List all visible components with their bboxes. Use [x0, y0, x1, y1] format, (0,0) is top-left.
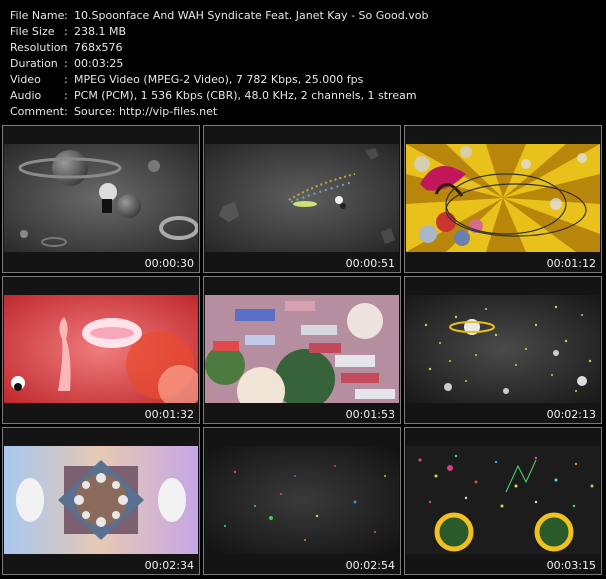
thumbnail-card[interactable]: 00:01:53	[203, 276, 401, 424]
thumbnail-image[interactable]	[406, 144, 600, 252]
info-row-comment: Comment: Source: http://vip-files.net	[10, 104, 428, 120]
thumbnail-image[interactable]	[205, 295, 399, 403]
info-label: File Size	[10, 25, 55, 38]
file-info-panel: File Name: 10.Spoonface And WAH Syndicate…	[10, 8, 428, 120]
thumbnail-card[interactable]: 00:01:32	[2, 276, 200, 424]
thumbnail-image[interactable]	[406, 446, 600, 554]
info-separator: :	[64, 89, 68, 102]
info-label: Resolution	[10, 41, 68, 54]
info-row-video: Video: MPEG Video (MPEG-2 Video), 7 782 K…	[10, 72, 428, 88]
info-row-resolution: Resolution: 768x576	[10, 40, 428, 56]
info-separator: :	[64, 105, 68, 118]
info-value: Source: http://vip-files.net	[74, 105, 218, 118]
timestamp: 00:00:51	[345, 257, 395, 270]
thumbnail-image[interactable]	[406, 295, 600, 403]
info-value: PCM (PCM), 1 536 Kbps (CBR), 48.0 KHz, 2…	[74, 89, 417, 102]
info-row-file-size: File Size:238.1 MB	[10, 24, 428, 40]
info-separator: :	[64, 25, 68, 38]
thumbnail-image[interactable]	[4, 295, 198, 403]
info-value: 238.1 MB	[74, 25, 127, 38]
info-value: MPEG Video (MPEG-2 Video), 7 782 Kbps, 2…	[74, 73, 364, 86]
thumbnail-image[interactable]	[4, 144, 198, 252]
info-value: 10.Spoonface And WAH Syndicate Feat. Jan…	[74, 9, 429, 22]
info-label: Video	[10, 73, 41, 86]
info-separator: :	[64, 9, 68, 22]
info-value: 00:03:25	[74, 57, 124, 70]
timestamp: 00:02:13	[546, 408, 596, 421]
timestamp: 00:01:32	[144, 408, 194, 421]
thumbnail-image[interactable]	[4, 446, 198, 554]
thumbnail-grid: 00:00:30 00:00:51 00:01:12 00:01:32 00:0…	[2, 125, 604, 577]
timestamp: 00:03:15	[546, 559, 596, 572]
timestamp: 00:01:12	[546, 257, 596, 270]
thumbnail-card[interactable]: 00:03:15	[404, 427, 602, 575]
info-separator: :	[64, 41, 68, 54]
thumbnail-image[interactable]	[205, 144, 399, 252]
info-separator: :	[64, 57, 68, 70]
timestamp: 00:02:54	[345, 559, 395, 572]
info-label: File Name	[10, 9, 65, 22]
timestamp: 00:01:53	[345, 408, 395, 421]
thumbnail-card[interactable]: 00:02:54	[203, 427, 401, 575]
timestamp: 00:02:34	[144, 559, 194, 572]
timestamp: 00:00:30	[144, 257, 194, 270]
thumbnail-card[interactable]: 00:01:12	[404, 125, 602, 273]
info-row-audio: Audio: PCM (PCM), 1 536 Kbps (CBR), 48.0 …	[10, 88, 428, 104]
thumbnail-card[interactable]: 00:00:51	[203, 125, 401, 273]
info-label: Audio	[10, 89, 42, 102]
info-value: 768x576	[74, 41, 123, 54]
thumbnail-card[interactable]: 00:00:30	[2, 125, 200, 273]
info-label: Duration	[10, 57, 58, 70]
info-row-duration: Duration:00:03:25	[10, 56, 428, 72]
info-label: Comment	[10, 105, 64, 118]
thumbnail-card[interactable]: 00:02:13	[404, 276, 602, 424]
thumbnail-card[interactable]: 00:02:34	[2, 427, 200, 575]
thumbnail-image[interactable]	[205, 446, 399, 554]
info-row-file-name: File Name: 10.Spoonface And WAH Syndicate…	[10, 8, 428, 24]
info-separator: :	[64, 73, 68, 86]
